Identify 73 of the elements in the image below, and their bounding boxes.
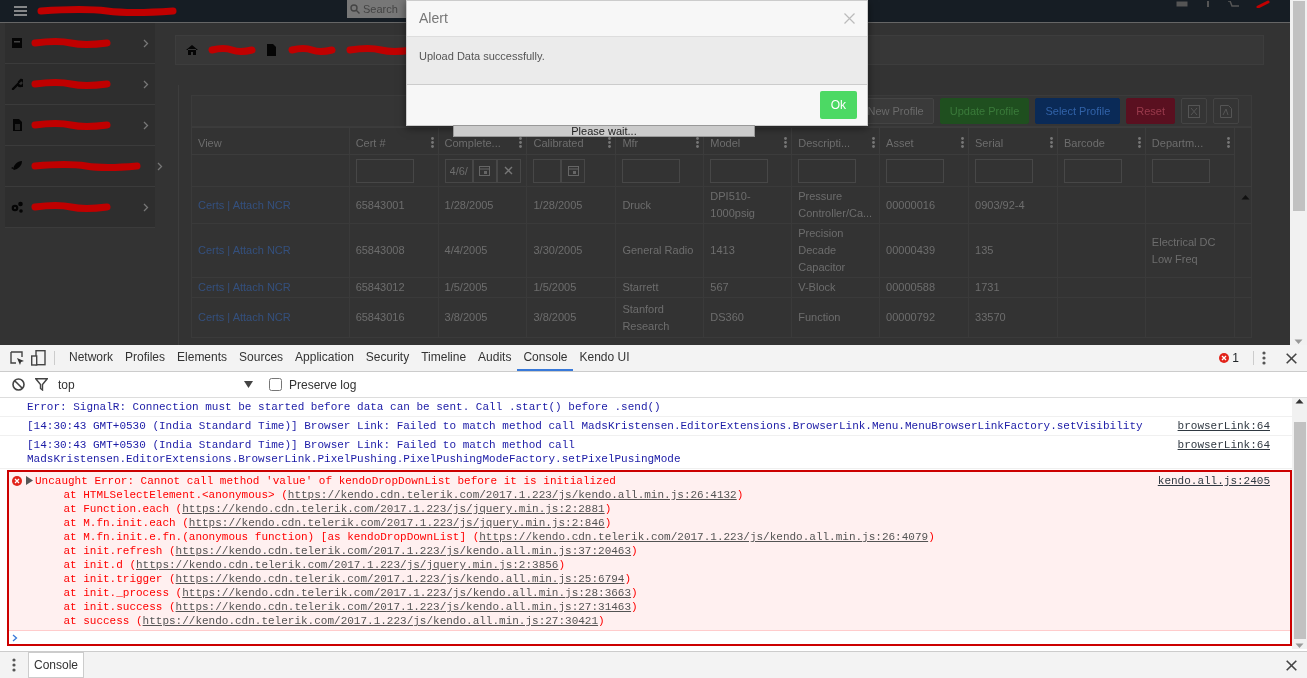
stack-frame: at Function.each (https://kendo.cdn.telerik.com/2017.1.223/js/jquery.min.js:2:2881) [35,502,1158,516]
console-message: Error: SignalR: Connection must be started before data can be sent. Call .start() before .send() [27,400,662,414]
drawer-tab[interactable]: Console [28,652,85,678]
table-cell: Stanford Research [622,302,670,332]
dialog-message: Upload Data successfully. [419,50,545,62]
source-link[interactable]: kendo.all.js:2405 [1157,474,1270,628]
stack-link[interactable]: https://kendo.cdn.telerik.com/2017.1.223/js/kendo.all.min.js:27:30421 [142,615,599,627]
table-cell: 0903/92-4 [975,198,1025,211]
stack-link[interactable]: https://kendo.cdn.telerik.com/2017.1.223/js/jquery.min.js:2:3856 [136,559,559,571]
devtools-tab[interactable]: Elements [171,345,234,371]
checkbox-label: Preserve log [289,376,357,394]
stack-link[interactable]: https://kendo.cdn.telerik.com/2017.1.223/js/kendo.all.min.js:25:6794 [175,573,625,585]
table-cell: 3/8/2005 [444,311,488,323]
table-cell: DS360 [710,311,744,323]
table-cell: 65843008 [355,244,405,256]
table-cell: General Radio [622,244,694,256]
devtools-tab[interactable]: Application [289,345,360,371]
table-cell: Function [798,311,841,323]
devtools-tab[interactable]: Sources [233,345,290,371]
stack-frame: at success (https://kendo.cdn.telerik.com/2017.1.223/js/kendo.all.min.js:27:30421) [35,614,1158,628]
link-separator: | [226,244,232,256]
table-cell: 65843012 [355,281,405,293]
table-cell: 65843001 [355,198,405,211]
table-cell: 1731 [975,281,1000,293]
table-cell: Pressure Controller/Ca... [798,190,873,219]
error-message: Uncaught Error: Cannot call method 'value' of kendoDropDownList before it is initialized [35,474,617,488]
source-link[interactable]: browserLink:64 [1177,419,1270,433]
devtools-tab[interactable]: Audits [472,345,518,371]
link-separator: | [226,198,232,211]
devtools-tab[interactable]: Kendo UI [573,345,636,371]
stack-frame: at init.success (https://kendo.cdn.telerik.com/2017.1.223/js/kendo.all.min.js:27:31463) [35,600,1158,614]
console-message: [14:30:43 GMT+0530 (India Standard Time)] Browser Link: Failed to match method call MadsKristensen.EditorExtensions.BrowserLink.Menu.MenuBrowserLinkFactory.setVisibility [27,419,1144,433]
stack-frame: at M.fn.init.each (https://kendo.cdn.telerik.com/2017.1.223/js/jquery.min.js:2:846) [35,516,1158,530]
stack-frame: at init.d (https://kendo.cdn.telerik.com/2017.1.223/js/jquery.min.js:2:3856) [35,558,1158,572]
devtools-tab[interactable]: Timeline [415,345,473,371]
table-cell: 3/30/2005 [533,244,583,256]
stack-frame: at M.fn.init.e.fn.(anonymous function) [as kendoDropDownList] (https://kendo.cdn.telerik.com/2017.1.223/js/kendo.all.min.js:26:4079) [35,530,1158,544]
table-cell: Starrett [622,281,659,293]
stack-frame: at init._process (https://kendo.cdn.telerik.com/2017.1.223/js/kendo.all.min.js:28:3663) [35,586,1158,600]
table-cell: 33570 [975,311,1006,323]
dialog-title: Alert [419,9,448,28]
table-cell: Druck [622,198,652,211]
table-cell: Precision Decade Capacitor [798,227,846,273]
devtools-tab[interactable]: Security [359,345,416,371]
source-link[interactable]: browserLink:64 [1177,438,1270,466]
stack-link[interactable]: https://kendo.cdn.telerik.com/2017.1.223/js/kendo.all.min.js:27:31463 [175,601,632,613]
stack-frame: at init.trigger (https://kendo.cdn.telerik.com/2017.1.223/js/kendo.all.min.js:25:6794) [35,572,1158,586]
devtools-tab[interactable]: Network [63,345,119,371]
stack-link[interactable]: https://kendo.cdn.telerik.com/2017.1.223/js/jquery.min.js:2:2881 [182,503,605,515]
devtools-tab[interactable]: Profiles [119,345,172,371]
console-message: [14:30:43 GMT+0530 (India Standard Time)] Browser Link: Failed to match method call MadsKristensen.EditorExtensions.BrowserLink.PixelPushing.PixelPushingModeFactory.setPixelPusingMode [27,438,682,466]
devtools-tab[interactable]: Console [517,345,574,371]
table-cell: 00000439 [886,244,936,256]
stack-link[interactable]: https://kendo.cdn.telerik.com/2017.1.223/js/kendo.all.min.js:37:20463 [175,545,632,557]
table-cell: 135 [975,244,994,256]
stack-frame: at init.refresh (https://kendo.cdn.telerik.com/2017.1.223/js/kendo.all.min.js:37:20463) [35,544,1158,558]
stack-frame: at HTMLSelectElement.<anonymous> (https://kendo.cdn.telerik.com/2017.1.223/js/kendo.all.min.js:26:4132) [35,488,1158,502]
table-cell: 3/8/2005 [533,311,577,323]
context-dropdown[interactable]: top [58,375,253,394]
link-separator: | [226,311,232,323]
table-cell: 4/4/2005 [444,244,488,256]
error-count[interactable]: 1 [1232,349,1239,367]
stack-link[interactable]: https://kendo.cdn.telerik.com/2017.1.223/js/kendo.all.min.js:28:3663 [182,587,632,599]
table-cell: 65843016 [355,311,405,323]
stack-link[interactable]: https://kendo.cdn.telerik.com/2017.1.223/js/kendo.all.min.js:26:4079 [479,531,929,543]
stack-link[interactable]: https://kendo.cdn.telerik.com/2017.1.223/js/kendo.all.min.js:26:4132 [287,489,737,501]
table-cell: DPI510-1000psig [710,190,755,219]
table-cell: 567 [710,281,729,293]
loading-message: Please wait... [453,125,755,137]
table-cell: 1413 [710,244,735,256]
table-cell: V-Block [798,281,836,293]
stack-link[interactable]: https://kendo.cdn.telerik.com/2017.1.223/js/jquery.min.js:2:846 [188,517,605,529]
link-separator: | [226,281,232,293]
